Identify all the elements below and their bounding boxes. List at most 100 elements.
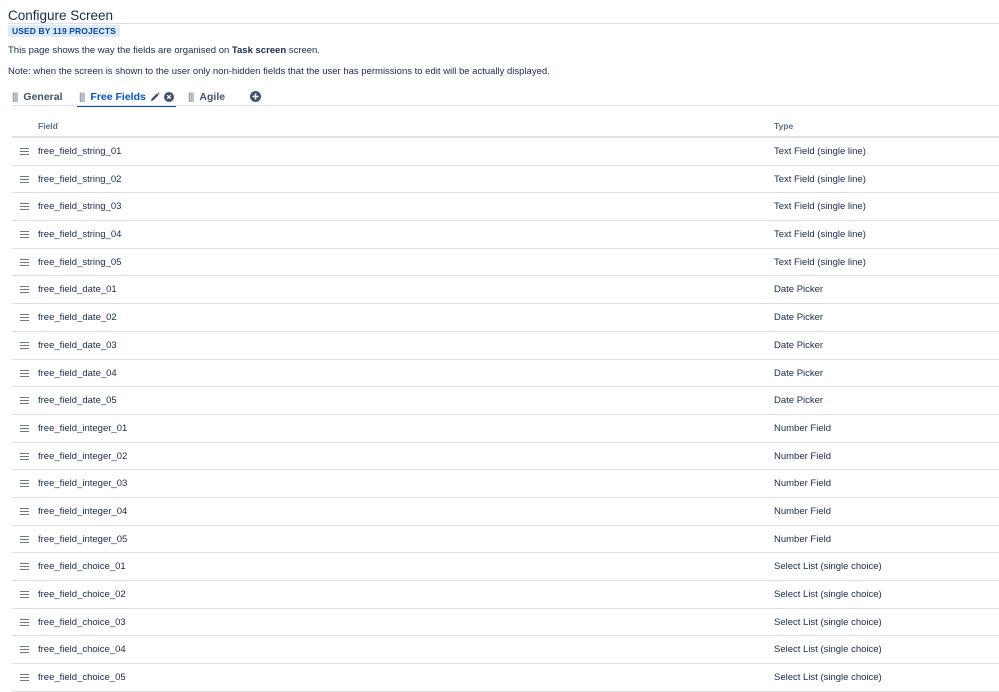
drag-line: [20, 430, 29, 432]
drag-line: [20, 289, 29, 291]
field-name: free_field_string_01: [38, 146, 122, 157]
hamburger-drag-icon[interactable]: [20, 424, 29, 432]
table-row[interactable]: free_field_string_02 Text Field (single l…: [12, 166, 999, 194]
table-row[interactable]: free_field_integer_05 Number Field: [12, 526, 999, 554]
table-row[interactable]: free_field_string_01 Text Field (single l…: [12, 138, 999, 166]
drag-line: [20, 178, 29, 180]
hamburger-drag-icon[interactable]: [20, 646, 29, 654]
hamburger-drag-icon[interactable]: [20, 231, 29, 239]
hamburger-drag-icon[interactable]: [20, 535, 29, 543]
drag-line: [20, 154, 29, 155]
table-row[interactable]: free_field_date_02 Date Picker: [12, 304, 999, 332]
hamburger-drag-icon[interactable]: [20, 258, 29, 266]
drag-line: [20, 652, 29, 654]
drag-handle-icon[interactable]: |||: [188, 92, 194, 103]
drag-line: [20, 148, 29, 149]
pencil-icon[interactable]: [150, 92, 160, 102]
field-type: Date Picker: [774, 395, 824, 407]
hamburger-drag-icon[interactable]: [20, 507, 29, 515]
drag-line: [20, 258, 29, 260]
table-header: Field Type: [12, 111, 999, 138]
hamburger-drag-icon[interactable]: [20, 175, 29, 183]
drag-line: [20, 209, 29, 211]
tab-free-fields[interactable]: ||| Free Fields: [77, 89, 176, 107]
description-suffix: screen.: [286, 45, 320, 56]
drag-line: [20, 563, 29, 565]
close-circle-icon[interactable]: [163, 92, 174, 102]
drag-line: [20, 286, 29, 288]
drag-line: [20, 369, 29, 371]
hamburger-drag-icon[interactable]: [20, 369, 29, 377]
field-name: free_field_integer_01: [38, 422, 128, 434]
drag-line: [20, 375, 29, 377]
drag-line: [20, 483, 29, 485]
hamburger-drag-icon[interactable]: [20, 148, 29, 155]
table-row[interactable]: free_field_date_05 Date Picker: [12, 387, 999, 415]
hamburger-drag-icon[interactable]: [20, 203, 29, 211]
field-type: Text Field (single line): [774, 146, 866, 157]
hamburger-drag-icon[interactable]: [20, 341, 29, 349]
table-row[interactable]: free_field_integer_03 Number Field: [12, 470, 999, 498]
hamburger-drag-icon[interactable]: [20, 563, 29, 571]
used-by-projects-badge[interactable]: USED BY 119 PROJECTS: [8, 25, 120, 37]
drag-line: [20, 175, 29, 177]
table-row[interactable]: free_field_integer_01 Number Field: [12, 415, 999, 443]
table-row[interactable]: free_field_date_04 Date Picker: [12, 360, 999, 388]
fields-table: Field Type free_field_string_01 Text Fiel…: [12, 111, 999, 692]
drag-line: [20, 591, 29, 592]
table-row[interactable]: free_field_string_05 Text Field (single l…: [12, 249, 999, 277]
table-row[interactable]: free_field_integer_04 Number Field: [12, 498, 999, 526]
tab-label: Agile: [199, 91, 226, 103]
field-type: Select List (single choice): [774, 672, 882, 684]
hamburger-drag-icon[interactable]: [20, 480, 29, 488]
drag-line: [20, 510, 29, 512]
drag-handle-icon[interactable]: |||: [12, 92, 18, 103]
drag-line: [20, 314, 29, 316]
table-row[interactable]: free_field_string_04 Text Field (single l…: [12, 221, 999, 249]
tab-general[interactable]: ||| General: [12, 89, 63, 105]
table-row[interactable]: free_field_choice_02 Select List (single …: [12, 581, 999, 609]
field-type: Number Field: [774, 422, 832, 434]
drag-line: [20, 618, 29, 620]
hamburger-drag-icon[interactable]: [20, 591, 29, 598]
add-tab-button[interactable]: [250, 91, 261, 102]
drag-line: [20, 181, 29, 183]
description-prefix: This page shows the way the fields are o…: [8, 45, 232, 56]
table-row[interactable]: free_field_string_03 Text Field (single l…: [12, 193, 999, 222]
drag-line: [20, 566, 29, 568]
field-name: free_field_string_04: [38, 229, 122, 241]
drag-line: [20, 403, 29, 405]
table-row[interactable]: free_field_integer_02 Number Field: [12, 443, 999, 471]
hamburger-drag-icon[interactable]: [20, 674, 29, 682]
table-row[interactable]: free_field_date_01 Date Picker: [12, 276, 999, 305]
field-name: free_field_string_05: [38, 256, 122, 268]
field-name: free_field_date_04: [38, 367, 117, 379]
table-row[interactable]: free_field_choice_04 Select List (single …: [12, 636, 999, 665]
hamburger-drag-icon[interactable]: [20, 314, 29, 322]
drag-line: [20, 674, 29, 676]
drag-line: [20, 455, 29, 457]
hamburger-drag-icon[interactable]: [20, 397, 29, 405]
table-row[interactable]: free_field_choice_03 Select List (single …: [12, 609, 999, 637]
field-name: free_field_choice_03: [38, 616, 126, 628]
table-row[interactable]: free_field_choice_01 Select List (single …: [12, 553, 999, 581]
field-type: Select List (single choice): [774, 616, 882, 628]
drag-handle-icon[interactable]: |||: [79, 92, 85, 103]
field-name: free_field_date_02: [38, 312, 117, 324]
hamburger-drag-icon[interactable]: [20, 286, 29, 294]
title-divider: [8, 23, 999, 24]
hamburger-drag-icon[interactable]: [20, 618, 29, 626]
table-row[interactable]: free_field_choice_05 Select List (single …: [12, 664, 999, 692]
table-row[interactable]: free_field_date_03 Date Picker: [12, 332, 999, 360]
drag-line: [20, 680, 29, 682]
drag-line: [20, 480, 29, 482]
field-type: Date Picker: [774, 284, 824, 296]
field-name: free_field_choice_02: [38, 589, 126, 600]
drag-line: [20, 397, 29, 399]
drag-line: [20, 231, 29, 233]
drag-line: [20, 594, 29, 595]
field-name: free_field_integer_03: [38, 478, 128, 490]
tab-agile[interactable]: ||| Agile: [188, 89, 225, 105]
hamburger-drag-icon[interactable]: [20, 452, 29, 460]
field-name: free_field_string_02: [38, 173, 122, 185]
